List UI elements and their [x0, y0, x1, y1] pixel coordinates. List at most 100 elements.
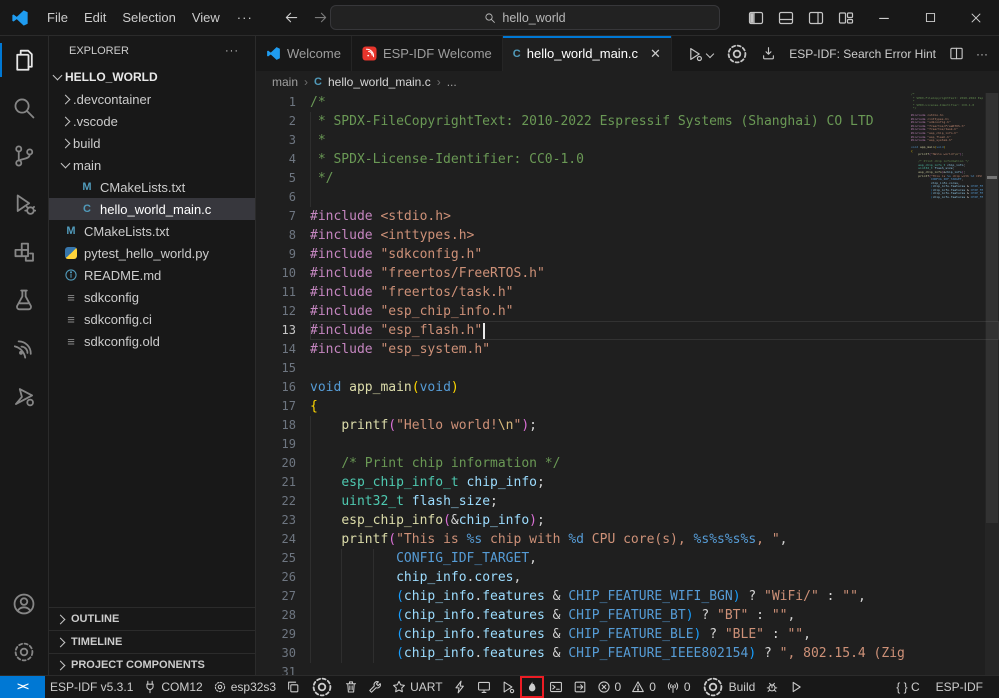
line-number: 5 [256, 169, 310, 188]
status-open-idf-terminal[interactable] [568, 676, 592, 698]
breadcrumb-folder[interactable]: main [272, 75, 298, 89]
line-number: 9 [256, 245, 310, 264]
activity-search[interactable] [0, 84, 48, 132]
explorer-item-sdkconfig-old[interactable]: ≡sdkconfig.old [49, 330, 255, 352]
section-timeline[interactable]: TIMELINE [49, 630, 255, 653]
split-editor-button[interactable] [944, 42, 969, 65]
layout-panel-icon[interactable] [771, 4, 801, 32]
menu-selection[interactable]: Selection [114, 7, 183, 28]
status-select-project[interactable] [281, 676, 305, 698]
status-remote-indicator[interactable]: >< [0, 676, 45, 698]
explorer-root[interactable]: HELLO_WORLD [49, 66, 255, 88]
vscode-icon [266, 46, 281, 61]
section-outline[interactable]: OUTLINE [49, 607, 255, 630]
status-label: { } C [896, 680, 919, 694]
explorer-item-readme-md[interactable]: README.md [49, 264, 255, 286]
status-errors[interactable]: 0 [592, 676, 627, 698]
gear-button[interactable] [720, 38, 754, 70]
vertical-scrollbar[interactable] [985, 93, 999, 676]
status-language-mode[interactable]: { } C [888, 676, 927, 698]
run-or-debug-button[interactable] [682, 42, 718, 66]
editor-group: WelcomeESP-IDF WelcomeChello_world_main.… [256, 36, 999, 676]
code-line-text: #include <inttypes.h> [310, 226, 999, 245]
download-button[interactable] [756, 42, 781, 65]
tab-hello-world-main-c[interactable]: Chello_world_main.c✕ [503, 36, 672, 71]
explorer-more-button[interactable]: ··· [225, 45, 247, 57]
status-full-clean[interactable] [339, 676, 363, 698]
activity-run-debug[interactable] [0, 180, 48, 228]
code-line-text: #include "freertos/FreeRTOS.h" [310, 264, 999, 283]
code-line: 18 printf("Hello world!\n"); [256, 416, 999, 435]
status-flash-device[interactable] [520, 676, 544, 698]
command-center-search[interactable]: hello_world [330, 5, 720, 30]
minimap[interactable]: /* * SPDX-FileCopyrightText: 2010-2022 E… [911, 93, 983, 676]
code-editor[interactable]: 1/*2 * SPDX-FileCopyrightText: 2010-2022… [256, 93, 999, 676]
menu-more-button[interactable]: ··· [228, 7, 262, 28]
status-monitor[interactable] [472, 676, 496, 698]
layout-sidebar-left-icon[interactable] [741, 4, 771, 32]
status-sdk-config[interactable] [305, 676, 339, 698]
menu-edit[interactable]: Edit [76, 7, 114, 28]
activity-esp-idf-explorer[interactable] [0, 372, 48, 420]
explorer-item-devcontainer[interactable]: .devcontainer [49, 88, 255, 110]
status-warnings[interactable]: 0 [626, 676, 661, 698]
minimize-icon[interactable] [861, 0, 907, 35]
status-ports[interactable]: 0 [661, 676, 696, 698]
explorer-item-hello-world-main-c[interactable]: Chello_world_main.c [49, 198, 255, 220]
explorer-item-vscode[interactable]: .vscode [49, 110, 255, 132]
explorer-item-build[interactable]: build [49, 132, 255, 154]
scrollbar-thumb[interactable] [986, 93, 998, 523]
status-esp-idf-version[interactable]: ESP-IDF v5.3.1 [45, 676, 138, 698]
status-menuconfig[interactable] [363, 676, 387, 698]
status-flash-method[interactable]: UART [387, 676, 447, 698]
explorer-item-main[interactable]: main [49, 154, 255, 176]
line-number: 7 [256, 207, 310, 226]
status-build-task[interactable]: Build [696, 676, 761, 698]
close-tab-icon[interactable]: ✕ [650, 46, 661, 62]
tab-esp-idf-welcome[interactable]: ESP-IDF Welcome [352, 36, 503, 71]
maximize-icon[interactable] [907, 0, 953, 35]
activity-testing[interactable] [0, 276, 48, 324]
code-line-text: chip_info.cores, [310, 568, 999, 587]
status-debug-bug[interactable] [760, 676, 784, 698]
status-debug[interactable] [496, 676, 520, 698]
line-number: 20 [256, 454, 310, 473]
menu-view[interactable]: View [184, 7, 228, 28]
activity-espressif[interactable] [0, 324, 48, 372]
status-serial-port[interactable]: COM12 [138, 676, 207, 698]
line-number: 24 [256, 530, 310, 549]
activity-source-control[interactable] [0, 132, 48, 180]
code-line: 1/* [256, 93, 999, 112]
layout-sidebar-right-icon[interactable] [801, 4, 831, 32]
explorer-item-cmakelists-txt[interactable]: MCMakeLists.txt [49, 220, 255, 242]
status-terminal[interactable] [544, 676, 568, 698]
flame-icon [525, 680, 539, 694]
status-flash-bolt[interactable] [448, 676, 472, 698]
breadcrumb[interactable]: main › C hello_world_main.c › ... [256, 71, 999, 93]
activity-accounts[interactable] [0, 580, 48, 628]
status-esp-idf-extension[interactable]: ESP-IDF [928, 676, 991, 698]
back-arrow-icon[interactable] [284, 10, 299, 25]
more-actions-button[interactable]: ··· [971, 43, 993, 65]
close-icon[interactable] [953, 0, 999, 35]
esp-idf-search-error-hint-button[interactable]: ESP-IDF: Search Error Hint [783, 47, 942, 61]
activity-extensions[interactable] [0, 228, 48, 276]
status-run[interactable] [784, 676, 808, 698]
tab-welcome[interactable]: Welcome [256, 36, 352, 71]
activity-explorer[interactable] [0, 36, 48, 84]
layout-customize-icon[interactable] [831, 4, 861, 32]
menu-file[interactable]: File [39, 7, 76, 28]
activity-settings[interactable] [0, 628, 48, 676]
code-line-text: esp_chip_info_t chip_info; [310, 473, 999, 492]
code-line: 14#include "esp_system.h" [256, 340, 999, 359]
forward-arrow-icon[interactable] [313, 10, 328, 25]
status-device-target[interactable]: esp32s3 [208, 676, 281, 698]
explorer-item-sdkconfig[interactable]: ≡sdkconfig [49, 286, 255, 308]
wrench-icon [368, 680, 382, 694]
breadcrumb-more[interactable]: ... [447, 75, 457, 89]
explorer-item-cmakelists-txt[interactable]: MCMakeLists.txt [49, 176, 255, 198]
explorer-item-sdkconfig-ci[interactable]: ≡sdkconfig.ci [49, 308, 255, 330]
breadcrumb-file[interactable]: hello_world_main.c [328, 75, 431, 89]
explorer-item-pytest-hello-world-py[interactable]: pytest_hello_world.py [49, 242, 255, 264]
section-project-components[interactable]: PROJECT COMPONENTS [49, 653, 255, 676]
